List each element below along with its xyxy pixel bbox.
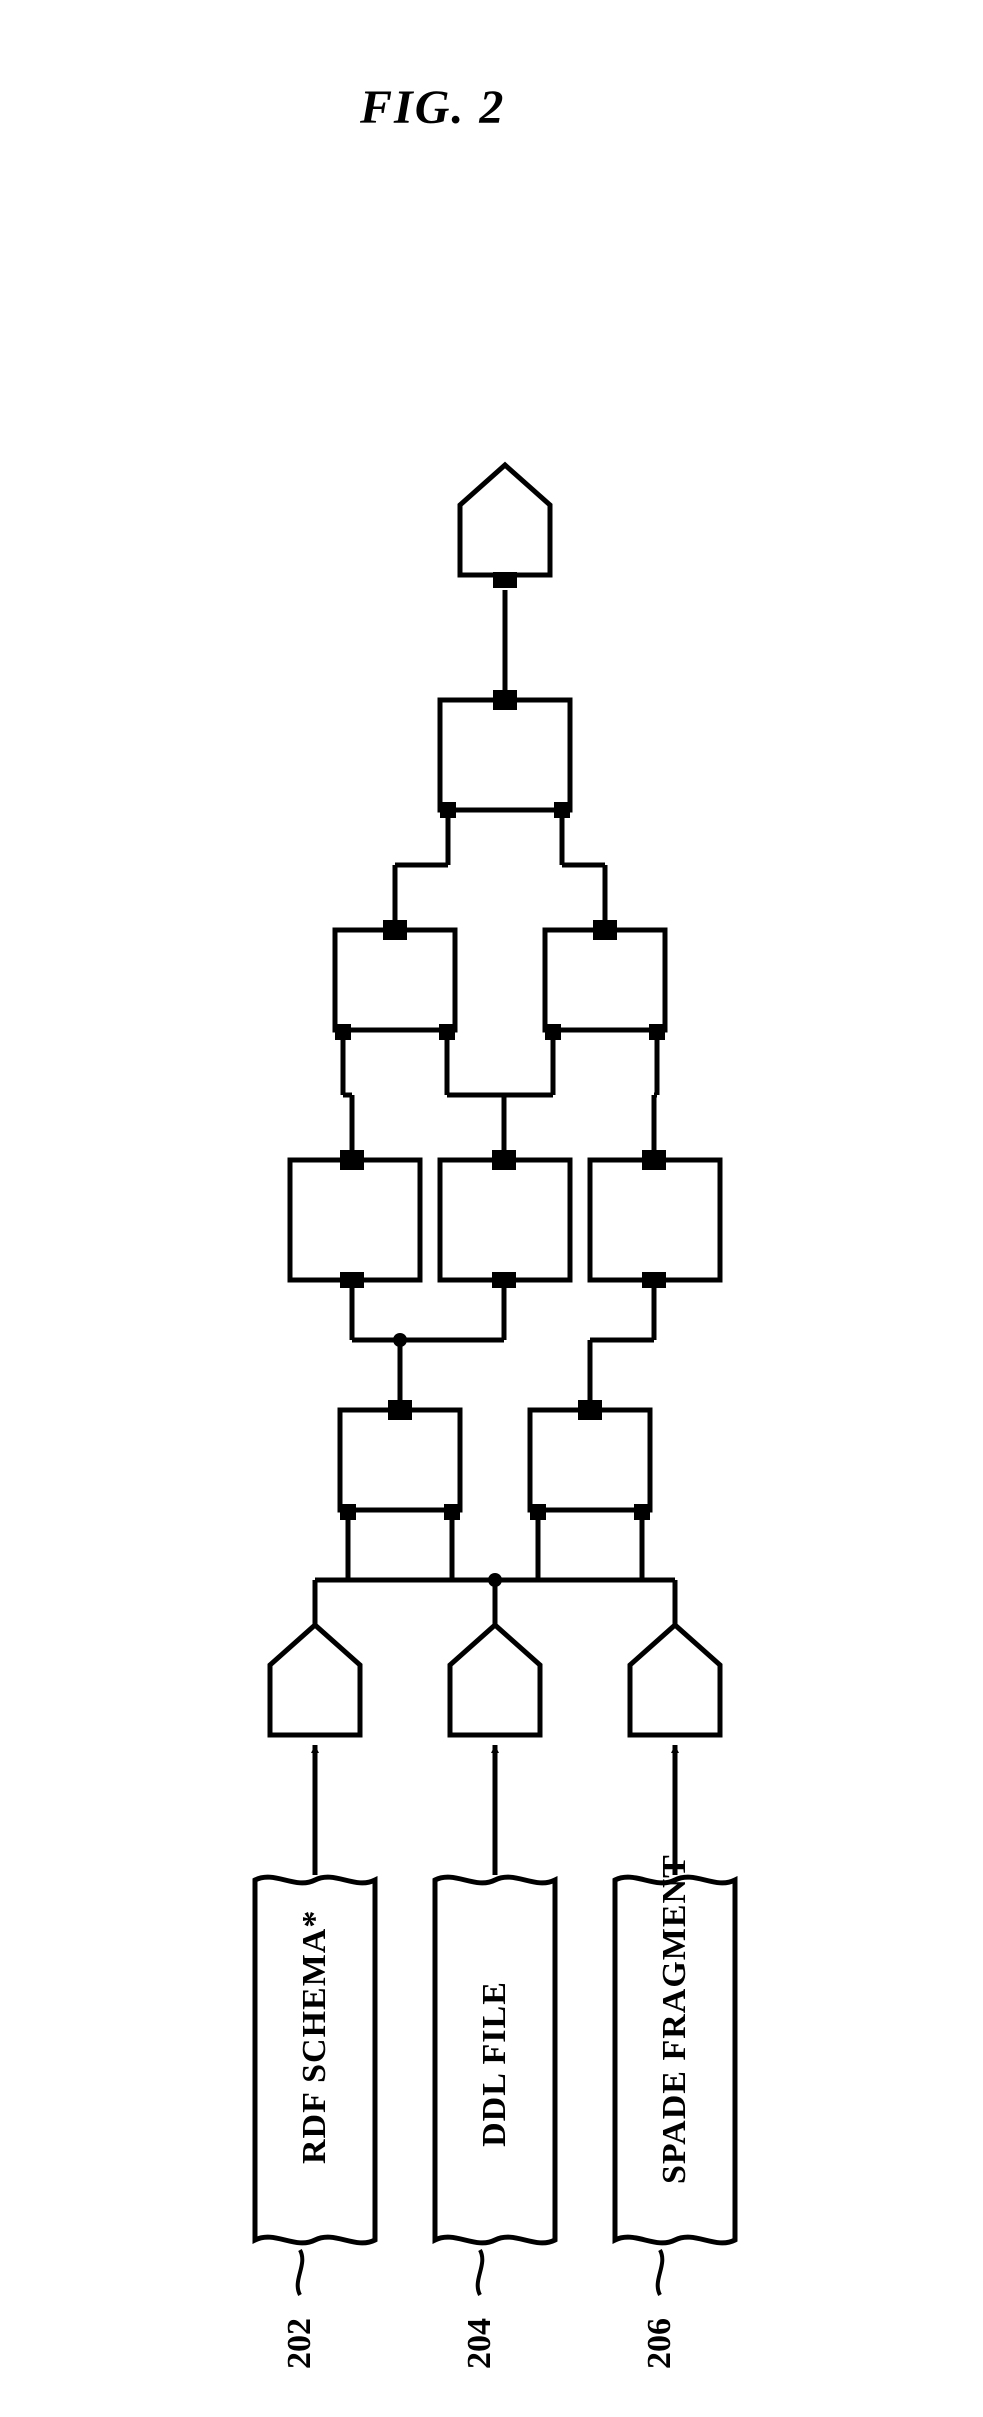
op-row3-1 (290, 1150, 420, 1288)
doc-label-rdf: RDF SCHEMA* (296, 1964, 334, 2164)
ref-206: 206 (641, 2309, 679, 2369)
ref-tilde-202 (298, 2250, 303, 2295)
op-row4-left (335, 920, 455, 1040)
junction-dot-2 (393, 1333, 407, 1347)
ref-204: 204 (461, 2309, 499, 2369)
junction-dot-1 (488, 1573, 502, 1587)
ref-tilde-204 (478, 2250, 483, 2295)
op-row3-3 (590, 1150, 720, 1288)
sink-pentagon (460, 465, 550, 588)
source-pentagon-1 (270, 1625, 360, 1735)
op-row5 (440, 690, 570, 818)
ref-202: 202 (281, 2309, 319, 2369)
op-row2-right (530, 1400, 650, 1520)
op-row4-right (545, 920, 665, 1040)
source-pentagon-3 (630, 1625, 720, 1735)
op-row3-2 (440, 1150, 570, 1288)
op-row2-left (340, 1400, 460, 1520)
doc-label-spade: SPADE FRAGMENT (656, 1944, 694, 2184)
doc-label-ddl: DDL FILE (476, 1964, 514, 2164)
ref-tilde-206 (658, 2250, 663, 2295)
source-pentagon-2 (450, 1625, 540, 1735)
